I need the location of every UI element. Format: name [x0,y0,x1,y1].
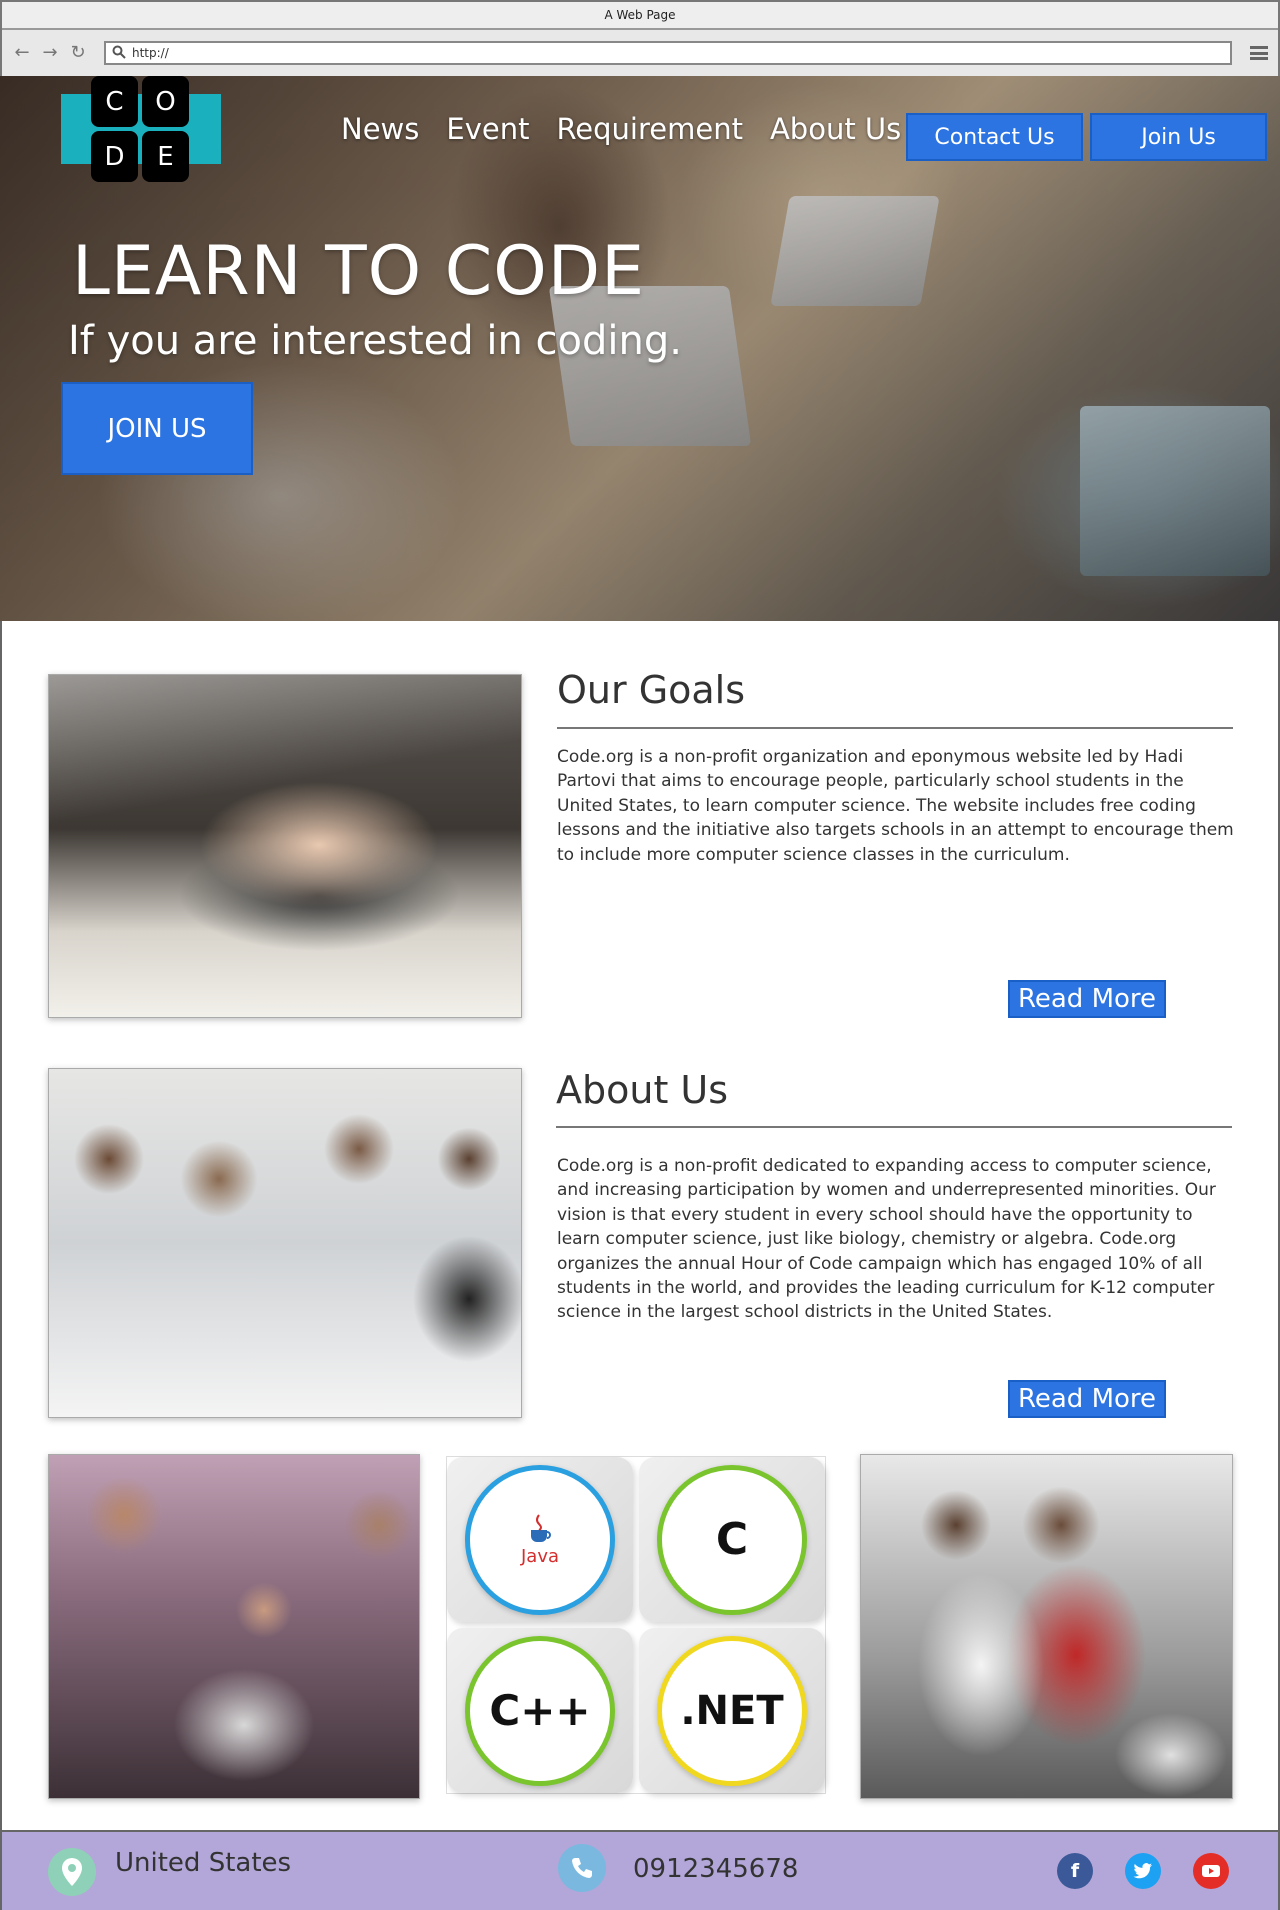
logo-letter: O [142,76,189,127]
hamburger-menu-icon[interactable] [1250,46,1268,60]
footer-location: United States [115,1848,292,1878]
team-coding-photo [48,1068,522,1418]
search-icon [112,45,126,62]
hero-subtitle: If you are interested in coding. [68,318,682,364]
hero-title: LEARN TO CODE [72,232,646,311]
about-read-more-button[interactable]: Read More [1008,1380,1166,1418]
youtube-icon[interactable] [1193,1853,1229,1889]
forward-arrow-icon[interactable]: → [40,43,60,63]
join-us-button[interactable]: Join Us [1090,113,1267,161]
c-logo: C [657,1464,807,1615]
language-tile: Java [447,1457,633,1622]
about-text: Code.org is a non-profit dedicated to ex… [557,1156,1216,1323]
goals-divider [557,727,1233,729]
main-navigation: News Event Requirement About Us [341,112,901,146]
hero-join-button[interactable]: JOIN US [61,382,253,475]
dotnet-logo: .NET [657,1635,807,1786]
page-border-left [0,621,2,1831]
java-cup-icon: Java [521,1512,559,1567]
language-tile: C++ [447,1628,633,1793]
address-bar[interactable]: http:// [104,41,1232,65]
location-pin-icon [48,1848,96,1896]
contact-us-button[interactable]: Contact Us [906,113,1083,161]
facebook-icon[interactable]: f [1057,1853,1093,1889]
students-laptop-photo [860,1454,1233,1799]
goals-text: Code.org is a non-profit organization an… [557,747,1234,865]
cpp-logo: C++ [465,1635,615,1786]
logo-letter: E [142,131,189,182]
language-tile: .NET [639,1628,825,1793]
back-arrow-icon[interactable]: ← [12,43,32,63]
browser-toolbar: ← → ↻ http:// [2,30,1278,76]
browser-window: A Web Page ← → ↻ http:// [0,0,1280,76]
window-title: A Web Page [2,2,1278,30]
nav-link-event[interactable]: Event [446,112,529,146]
language-tile: C [639,1457,825,1622]
typing-laptop-photo [48,674,522,1018]
languages-grid: Java C C++ .NET [446,1456,826,1794]
logo-letter: D [91,131,138,182]
twitter-icon[interactable] [1125,1853,1161,1889]
about-divider [556,1126,1232,1128]
phone-icon [558,1844,606,1892]
code-logo[interactable]: C O D E [91,76,189,182]
java-logo: Java [465,1464,615,1615]
nav-link-requirement[interactable]: Requirement [556,112,743,146]
about-title: About Us [556,1068,729,1112]
url-text: http:// [132,46,169,60]
group-laptop-photo [48,1454,420,1799]
goals-read-more-button[interactable]: Read More [1008,980,1166,1018]
nav-link-news[interactable]: News [341,112,419,146]
reload-icon[interactable]: ↻ [68,43,88,63]
goals-title: Our Goals [557,668,746,712]
logo-letter: C [91,76,138,127]
footer-phone: 0912345678 [633,1854,799,1884]
java-label: Java [520,1546,560,1567]
nav-link-about-us[interactable]: About Us [770,112,901,146]
footer: United States 0912345678 f [0,1830,1280,1910]
